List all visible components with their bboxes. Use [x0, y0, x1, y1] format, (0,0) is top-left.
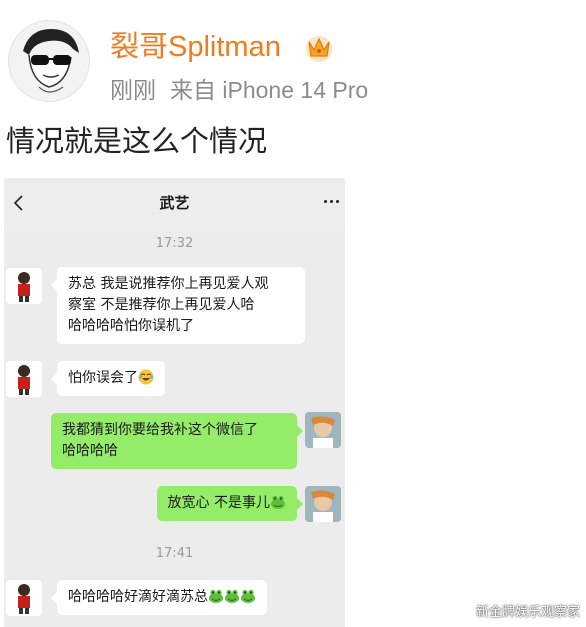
post-source[interactable]: 来自 iPhone 14 Pro — [170, 77, 368, 103]
message-bubble-incoming[interactable]: 怕你误会了 — [51, 361, 165, 396]
contact-avatar[interactable] — [6, 268, 42, 304]
self-avatar[interactable] — [305, 412, 341, 448]
chat-title: 武艺 — [159, 194, 190, 212]
chat-screenshot[interactable]: 武艺 17:32 苏总 我是说推荐你上再见爱人观 察室 不是推荐你上再见爱人哈 … — [4, 178, 345, 627]
message-line: 放宽心 不是事儿 — [167, 495, 270, 511]
more-icon[interactable] — [324, 200, 339, 203]
frog-emoji-icon — [225, 589, 239, 603]
chat-timestamp: 17:41 — [155, 546, 194, 561]
contact-avatar[interactable] — [6, 361, 42, 397]
message-line: 察室 不是推荐你上再见爱人哈 — [68, 297, 255, 313]
chat-timestamp: 17:32 — [155, 236, 194, 251]
watermark: 新金牌娱乐观察家 — [475, 605, 580, 620]
message-line: 哈哈哈哈好滴好滴苏总 — [68, 589, 208, 605]
message-line: 怕你误会了 — [68, 370, 138, 386]
message-line: 哈哈哈哈怕你误机了 — [68, 318, 194, 334]
message-bubble-outgoing[interactable]: 放宽心 不是事儿 — [156, 486, 304, 521]
self-avatar[interactable] — [305, 486, 341, 522]
message-line: 我都猜到你要给我补这个微信了 — [62, 422, 258, 438]
chat-nav-bar: 武艺 — [4, 178, 345, 228]
laugh-cry-emoji-icon — [138, 369, 154, 385]
vip-crown-icon[interactable] — [302, 30, 336, 64]
post-time: 刚刚 — [110, 77, 156, 103]
post-text: 情况就是这么个情况 — [6, 124, 268, 158]
frog-emoji-icon — [241, 589, 255, 603]
username[interactable]: 裂哥Splitman — [110, 30, 281, 64]
message-bubble-outgoing[interactable]: 我都猜到你要给我补这个微信了 哈哈哈哈 — [51, 413, 303, 469]
contact-avatar[interactable] — [6, 580, 42, 616]
message-bubble-incoming[interactable]: 哈哈哈哈好滴好滴苏总 — [51, 580, 267, 615]
weibo-post: 裂哥Splitman 刚刚 来自 iPhone 14 Pro 情况就是这么个情况 … — [0, 0, 586, 627]
sunglasses-avatar-icon — [23, 29, 79, 93]
message-line: 苏总 我是说推荐你上再见爱人观 — [68, 276, 269, 292]
message-bubble-incoming[interactable]: 苏总 我是说推荐你上再见爱人观 察室 不是推荐你上再见爱人哈 哈哈哈哈怕你误机了 — [51, 267, 305, 344]
avatar[interactable] — [8, 20, 90, 102]
message-line: 哈哈哈哈 — [62, 443, 118, 459]
frog-emoji-icon — [209, 589, 223, 603]
frog-emoji-icon — [271, 495, 285, 509]
post-meta: 刚刚 来自 iPhone 14 Pro — [110, 75, 368, 105]
